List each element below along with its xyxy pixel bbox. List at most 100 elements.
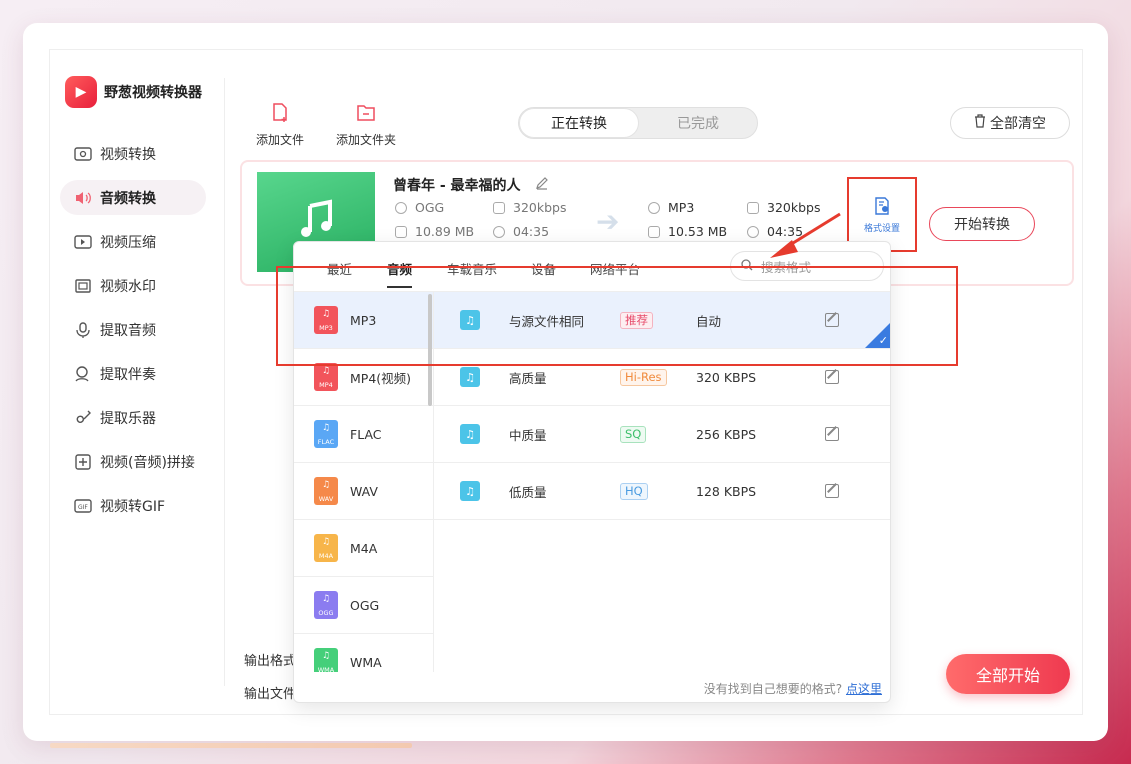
clock-icon xyxy=(747,225,759,238)
edit-icon[interactable] xyxy=(825,484,839,498)
source-duration: 04:35 xyxy=(493,224,549,239)
target-bitrate-value: 320kbps xyxy=(767,200,821,215)
start-all-button[interactable]: 全部开始 xyxy=(946,654,1070,694)
format-settings-icon xyxy=(872,196,892,219)
file-title: 曾春年 - 最幸福的人 xyxy=(393,175,549,195)
format-item-wma[interactable]: ♫ WMA WMA xyxy=(294,634,433,672)
sidebar-item-extract-audio[interactable]: 提取音频 xyxy=(60,312,206,347)
sidebar-divider xyxy=(224,78,225,686)
sidebar-item-audio-convert[interactable]: 音频转换 xyxy=(60,180,206,215)
target-format: MP3 xyxy=(648,200,694,215)
highlight-box xyxy=(276,266,958,366)
target-format-value: MP3 xyxy=(668,200,695,215)
format-name: M4A xyxy=(350,540,378,556)
format-settings-label: 格式设置 xyxy=(863,223,900,234)
sidebar-item-video-watermark[interactable]: 视频水印 xyxy=(60,268,206,303)
sidebar-item-extract-accompaniment[interactable]: 提取伴奏 xyxy=(60,356,206,391)
quality-badge: SQ xyxy=(620,425,647,443)
add-folder-button[interactable]: 添加文件夹 xyxy=(336,102,396,148)
trash-icon xyxy=(974,114,986,132)
output-file-label: 输出文件 xyxy=(244,687,297,702)
source-format-value: OGG xyxy=(415,200,445,215)
format-icon xyxy=(395,201,407,214)
sidebar-item-merge[interactable]: 视频(音频)拼接 xyxy=(60,444,206,479)
sidebar-item-extract-instrument[interactable]: 提取乐器 xyxy=(60,400,206,435)
format-item-wav[interactable]: ♫ WAV WAV xyxy=(294,463,433,520)
edit-icon[interactable] xyxy=(825,427,839,441)
quality-bitrate: 128 KBPS xyxy=(696,483,757,499)
format-name: MP4(视频) xyxy=(350,370,412,386)
source-bitrate-value: 320kbps xyxy=(513,200,567,215)
sidebar-item-label: 音频转换 xyxy=(100,190,156,207)
format-item-m4a[interactable]: ♫ M4A M4A xyxy=(294,520,433,577)
wav-file-icon: ♫ WAV xyxy=(314,477,338,505)
sidebar-item-video-convert[interactable]: 视频转换 xyxy=(60,136,206,171)
format-name: WAV xyxy=(350,483,378,499)
target-size-value: 10.53 MB xyxy=(668,224,728,239)
video-compress-icon xyxy=(74,233,92,251)
click-here-link[interactable]: 点这里 xyxy=(846,682,882,696)
add-file-button[interactable]: 添加文件 xyxy=(256,102,304,148)
target-size: 10.53 MB xyxy=(648,224,727,239)
format-name: OGG xyxy=(350,597,380,613)
audio-convert-icon xyxy=(74,189,92,207)
format-item-flac[interactable]: ♫ FLAC FLAC xyxy=(294,406,433,463)
gif-icon: GIF xyxy=(74,497,92,515)
source-format: OGG xyxy=(395,200,444,215)
output-format-label: 输出格式 xyxy=(244,654,297,669)
tab-completed[interactable]: 已完成 xyxy=(639,108,757,138)
source-duration-value: 04:35 xyxy=(513,224,550,239)
sidebar-item-label: 提取乐器 xyxy=(100,410,156,427)
start-convert-button[interactable]: 开始转换 xyxy=(929,207,1035,241)
target-bitrate: 320kbps xyxy=(747,200,820,215)
tab-converting[interactable]: 正在转换 xyxy=(519,108,639,138)
sidebar-item-label: 视频转换 xyxy=(100,146,156,163)
music-note-icon xyxy=(294,198,338,246)
add-folder-icon xyxy=(355,102,377,127)
music-note-icon: ♫ xyxy=(460,424,480,444)
music-note-icon: ♫ xyxy=(460,481,480,501)
sidebar-item-label: 视频转GIF xyxy=(100,498,166,515)
video-watermark-icon xyxy=(74,277,92,295)
sidebar-item-label: 视频(音频)拼接 xyxy=(100,454,195,471)
clock-icon xyxy=(493,225,505,238)
merge-icon xyxy=(74,453,92,471)
sidebar-item-label: 视频水印 xyxy=(100,278,156,295)
sidebar-item-gif[interactable]: GIF 视频转GIF xyxy=(60,488,206,523)
file-size-icon xyxy=(648,225,660,238)
flac-file-icon: ♫ FLAC xyxy=(314,420,338,448)
format-name: FLAC xyxy=(350,426,382,442)
format-item-ogg[interactable]: ♫ OGG OGG xyxy=(294,577,433,634)
popup-footer: 没有找到自己想要的格式? 点这里 xyxy=(294,680,890,697)
format-name: WMA xyxy=(350,654,382,670)
sidebar-item-label: 提取音频 xyxy=(100,322,156,339)
music-note-icon: ♫ xyxy=(460,367,480,387)
wma-file-icon: ♫ WMA xyxy=(314,648,338,672)
m4a-file-icon: ♫ M4A xyxy=(314,534,338,562)
status-tabs: 正在转换 已完成 xyxy=(518,107,758,139)
ogg-file-icon: ♫ OGG xyxy=(314,591,338,619)
quality-bitrate: 320 KBPS xyxy=(696,369,757,385)
quality-badge: HQ xyxy=(620,482,648,500)
quality-badge: Hi-Res xyxy=(620,368,667,386)
quality-row-medium[interactable]: ♫ 中质量 SQ 256 KBPS xyxy=(434,406,890,463)
quality-name: 低质量 xyxy=(509,484,547,500)
quality-bitrate: 256 KBPS xyxy=(696,426,757,442)
quality-row-low[interactable]: ♫ 低质量 HQ 128 KBPS xyxy=(434,463,890,520)
target-duration: 04:35 xyxy=(747,224,803,239)
add-folder-label: 添加文件夹 xyxy=(336,133,397,147)
sidebar-item-label: 视频压缩 xyxy=(100,234,156,251)
sidebar-item-video-compress[interactable]: 视频压缩 xyxy=(60,224,206,259)
source-size: 10.89 MB xyxy=(395,224,474,239)
clear-all-button[interactable]: 全部清空 xyxy=(950,107,1070,139)
source-size-value: 10.89 MB xyxy=(415,224,475,239)
extract-instrument-icon xyxy=(74,409,92,427)
logo-icon: ▶ xyxy=(65,76,97,108)
edit-icon[interactable] xyxy=(825,370,839,384)
footer-text: 没有找到自己想要的格式? xyxy=(703,682,843,696)
edit-name-icon[interactable] xyxy=(535,176,549,194)
bottom-accent-strip xyxy=(50,743,412,748)
bitrate-icon xyxy=(747,201,759,214)
sidebar-item-label: 提取伴奏 xyxy=(100,366,156,383)
file-name: 曾春年 - 最幸福的人 xyxy=(393,178,521,194)
